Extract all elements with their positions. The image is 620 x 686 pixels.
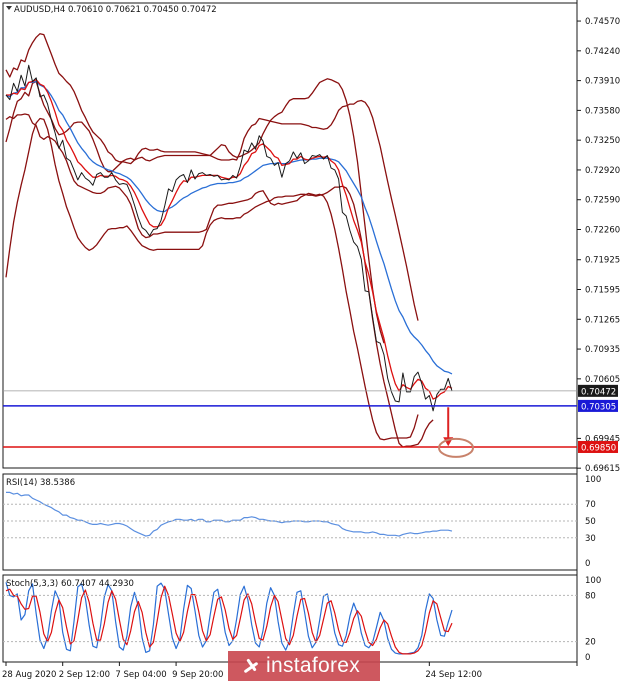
x-tick-label: 28 Aug 2020 — [2, 670, 56, 680]
y-tick-label: 0.74570 — [585, 17, 620, 27]
main-pane-title: AUDUSD,H4 0.70610 0.70621 0.70450 0.7047… — [14, 5, 217, 15]
level-label-0: 0.70305 — [581, 402, 616, 412]
stoch-y-tick-label: 0 — [585, 653, 590, 663]
level-label-1: 0.69850 — [581, 443, 616, 453]
y-tick-label: 0.72920 — [585, 166, 620, 176]
y-tick-label: 0.70605 — [585, 375, 620, 385]
y-tick-label: 0.70935 — [585, 345, 620, 355]
instaforex-logo-icon — [242, 656, 260, 674]
y-tick-label: 0.73910 — [585, 77, 620, 87]
rsi-y-tick-label: 50 — [585, 517, 596, 527]
y-tick-label: 0.73580 — [585, 106, 620, 116]
y-tick-label: 0.69615 — [585, 464, 620, 474]
stoch-y-tick-label: 100 — [585, 576, 601, 586]
rsi-pane-title: RSI(14) 38.5386 — [6, 478, 75, 488]
instaforex-watermark: instaforex — [228, 651, 380, 681]
chart-svg: 0.74570 0.74240 0.73910 0.73580 0.73250 0.729… — [0, 0, 620, 682]
rsi-y-tick-label: 100 — [585, 475, 601, 485]
y-tick-label: 0.71265 — [585, 315, 620, 325]
rsi-y-tick-label: 30 — [585, 534, 596, 544]
x-tick-label: 9 Sep 20:00 — [172, 670, 223, 680]
stoch-y-tick-label: 80 — [585, 591, 596, 601]
y-tick-label: 0.72260 — [585, 225, 620, 235]
x-tick-label: 24 Sep 12:00 — [425, 670, 482, 680]
current-price-label: 0.70472 — [581, 387, 616, 397]
x-tick-label: 7 Sep 04:00 — [115, 670, 166, 680]
y-tick-label: 0.73250 — [585, 136, 620, 146]
y-tick-label: 0.71595 — [585, 286, 620, 296]
main-pane-frame — [2, 2, 578, 469]
stoch-y-tick-label: 20 — [585, 638, 596, 648]
chart-canvas: 0.74570 0.74240 0.73910 0.73580 0.73250 0.729… — [0, 0, 620, 682]
y-tick-label: 0.71925 — [585, 256, 620, 266]
rsi-y-tick-label: 70 — [585, 500, 596, 510]
y-tick-label: 0.74240 — [585, 47, 620, 57]
watermark-text: instaforex — [266, 654, 361, 677]
stoch-pane-title: Stoch(5,3,3) 60.7407 44.2930 — [6, 579, 134, 589]
rsi-y-tick-label: 0 — [585, 559, 590, 569]
y-tick-label: 0.72590 — [585, 196, 620, 206]
x-tick-label: 2 Sep 12:00 — [59, 670, 110, 680]
